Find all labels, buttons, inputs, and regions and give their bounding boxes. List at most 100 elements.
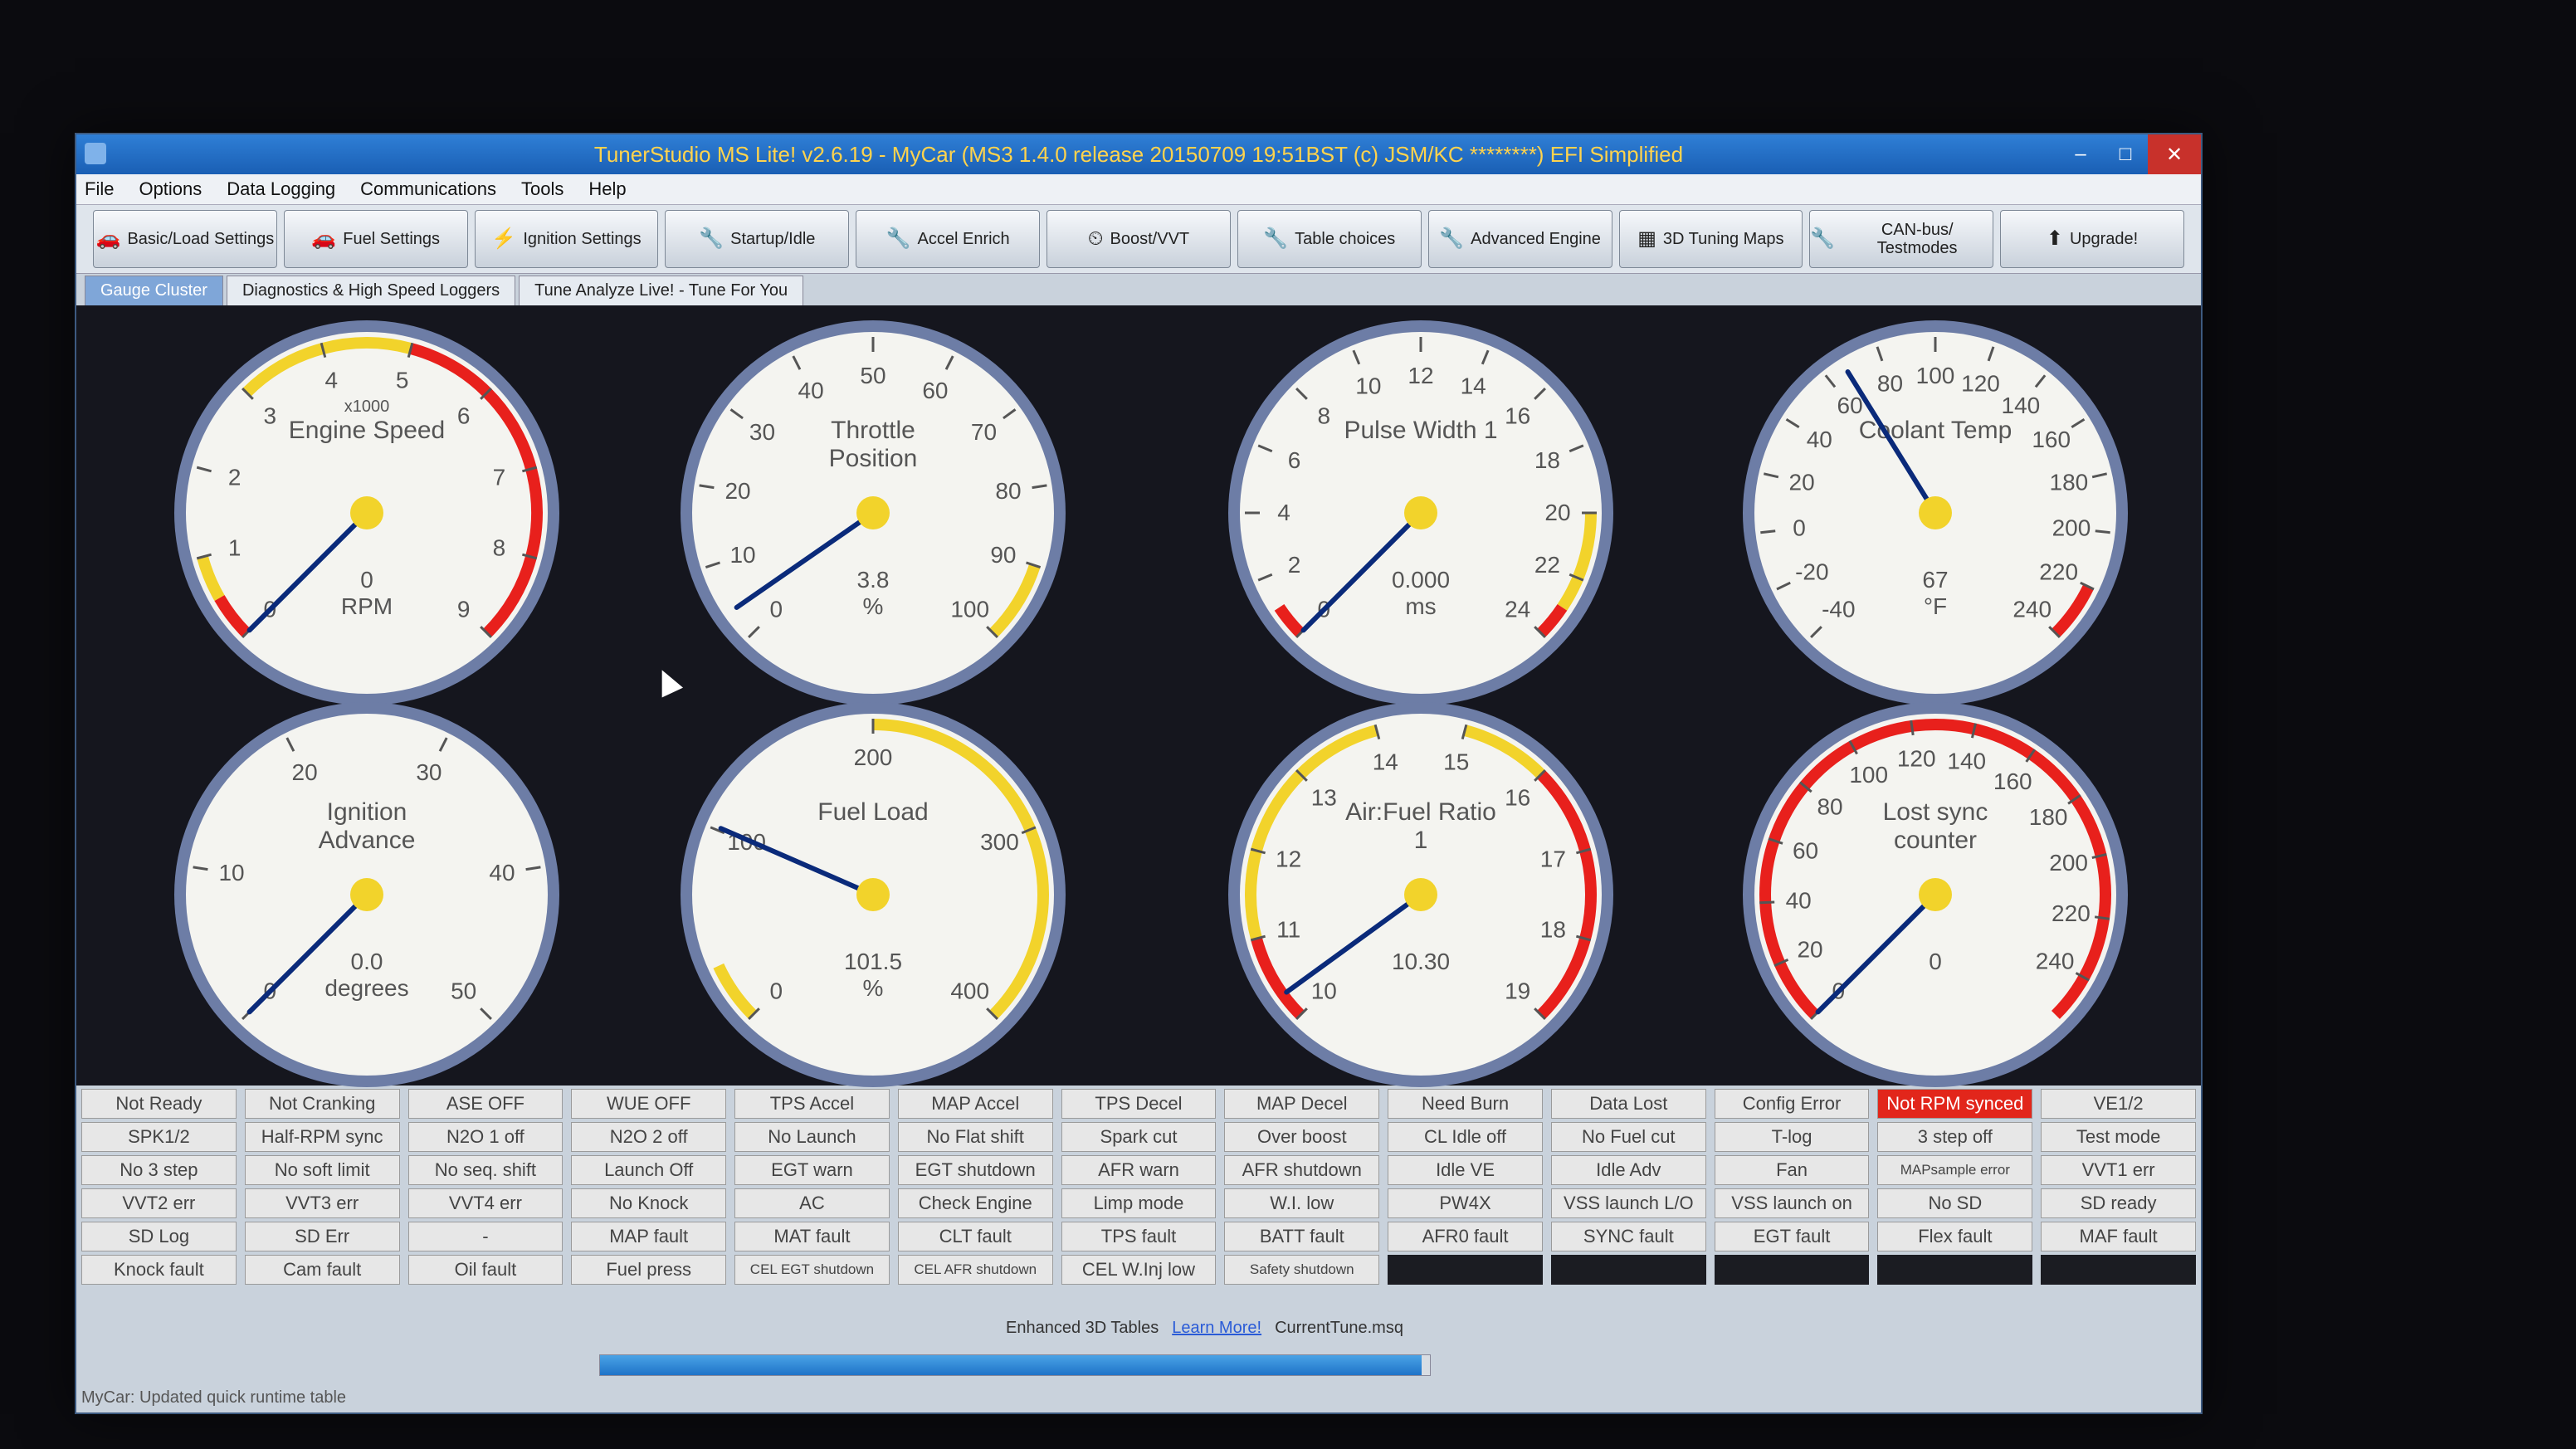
- tab-tune-analyze-live-tune-for-you[interactable]: Tune Analyze Live! - Tune For You: [519, 276, 804, 305]
- menu-data-logging[interactable]: Data Logging: [227, 178, 335, 200]
- gauge-tick-label: 80: [1877, 370, 1903, 396]
- gauge-tick-label: 200: [2049, 850, 2088, 876]
- indicator-vvt2-err: VVT2 err: [81, 1188, 237, 1218]
- gauge-tick-label: 30: [416, 759, 442, 785]
- gauge-title: Ignition Advance: [319, 798, 416, 854]
- indicator-vvt1-err: VVT1 err: [2041, 1155, 2196, 1185]
- toolbar-button-boost-vvt[interactable]: ⏲ Boost/VVT: [1046, 210, 1231, 268]
- maximize-button[interactable]: □: [2103, 134, 2148, 174]
- gauge-tick-label: 300: [980, 829, 1019, 855]
- menu-communications[interactable]: Communications: [360, 178, 496, 200]
- gauge-tick-label: 15: [1443, 749, 1469, 775]
- close-button[interactable]: ✕: [2148, 134, 2201, 174]
- gauge-unit: %: [863, 975, 884, 1001]
- indicator-column: Config Error T-log Fan VSS launch on EGT fau…: [1714, 1089, 1870, 1306]
- indicator-no-3-step: No 3 step: [81, 1155, 237, 1185]
- gauge-value: 10.30: [1392, 949, 1450, 974]
- gauge-air-fuel-ratio-1: 10 11 12 13 14 15 16 17 18 19 Air:Fuel Ratio 1 10.30: [1222, 695, 1620, 1094]
- indicator-ase-off: ASE OFF: [407, 1089, 564, 1119]
- indicator-vss-launch-l-o: VSS launch L/O: [1550, 1188, 1706, 1218]
- toolbar-button-basic-load-settings[interactable]: 🚗 Basic/Load Settings: [93, 210, 277, 268]
- toolbar-button-advanced-engine[interactable]: 🔧 Advanced Engine: [1427, 210, 1612, 268]
- menu-help[interactable]: Help: [588, 178, 626, 200]
- indicator-cel-w-inj-low: CEL W.Inj low: [1061, 1255, 1217, 1285]
- indicator-empty: [1388, 1255, 1543, 1285]
- indicator-not-ready: Not Ready: [81, 1089, 237, 1119]
- indicator-column: Need Burn CL Idle off Idle VE PW4X AFR0 faul…: [1388, 1089, 1543, 1306]
- minimize-button[interactable]: –: [2058, 134, 2103, 174]
- indicator-column: ASE OFF N2O 1 off No seq. shift VVT4 err - Oi…: [407, 1089, 564, 1306]
- chart-icon: ▦: [1637, 227, 1656, 250]
- gauge-hub: [350, 878, 383, 911]
- gauge-tick-label: 90: [990, 542, 1016, 568]
- gauge-tick-label: 7: [493, 464, 506, 490]
- toolbar-button-startup-idle[interactable]: 🔧 Startup/Idle: [665, 210, 850, 268]
- gauge-dial: 1011121314 1516171819Air:Fuel Ratio 110.30: [1228, 702, 1613, 1087]
- indicator-map-decel: MAP Decel: [1224, 1089, 1380, 1119]
- toolbar-button-upgrade[interactable]: ⬆ Upgrade!: [2000, 210, 2184, 268]
- indicator-panel: Not Ready SPK1/2 No 3 step VVT2 err SD Log Kn…: [81, 1089, 2196, 1306]
- tunerstudio-window: TunerStudio MS Lite! v2.6.19 - MyCar (MS…: [75, 133, 2203, 1414]
- gauge-tick-label: 12: [1408, 363, 1433, 388]
- indicator-map-fault: MAP fault: [571, 1222, 727, 1251]
- wrench-icon: 🔧: [1439, 227, 1465, 250]
- gauge-tick-label: 120: [1897, 746, 1936, 772]
- indicator-cel-egt-shutdown: CEL EGT shutdown: [734, 1255, 890, 1285]
- gauge-tick-label: 60: [1793, 838, 1818, 864]
- indicator-need-burn: Need Burn: [1388, 1089, 1543, 1119]
- toolbar-button-ignition-settings[interactable]: ⚡ Ignition Settings: [474, 210, 659, 268]
- indicator-idle-adv: Idle Adv: [1550, 1155, 1706, 1185]
- gauge-dial: -40-20020406080 100 120140160180200220240C…: [1743, 320, 2128, 705]
- gauge-tick-label: 4: [1277, 500, 1290, 525]
- gauge-tick: [1760, 529, 1776, 534]
- gauge-tick-label: 100: [1849, 762, 1888, 788]
- toolbar-button-can-bus-testmodes[interactable]: 🔧 CAN-bus/ Testmodes: [1809, 210, 1994, 268]
- tab-gauge-cluster[interactable]: Gauge Cluster: [85, 276, 223, 305]
- indicator-no-fuel-cut: No Fuel cut: [1550, 1122, 1706, 1152]
- gauge-tick-label: 14: [1461, 373, 1486, 399]
- menu-tools[interactable]: Tools: [521, 178, 564, 200]
- learn-more-link[interactable]: Learn More!: [1172, 1319, 1261, 1338]
- gauge-tick-label: 160: [2032, 427, 2071, 452]
- toolbar-button-3d-tuning-maps[interactable]: ▦ 3D Tuning Maps: [1618, 210, 1803, 268]
- wrench-icon: 🔧: [699, 227, 724, 250]
- indicator-pw4x: PW4X: [1388, 1188, 1543, 1218]
- toolbar-button-label: Advanced Engine: [1471, 230, 1601, 248]
- gauge-tick-label: 60: [922, 378, 948, 403]
- toolbar-button-label: Fuel Settings: [343, 230, 441, 248]
- indicator-fuel-press: Fuel press: [571, 1255, 727, 1285]
- indicator-afr0-fault: AFR0 fault: [1388, 1222, 1543, 1251]
- gauge-tick-label: 220: [2052, 900, 2091, 926]
- gauge-tick-label: 220: [2039, 559, 2078, 585]
- toolbar-button-label: Ignition Settings: [523, 230, 642, 248]
- gauge-title: Engine Speed: [289, 417, 446, 444]
- menu-options[interactable]: Options: [139, 178, 202, 200]
- indicator-vvt3-err: VVT3 err: [244, 1188, 400, 1218]
- gauge-tick-label: 16: [1505, 402, 1530, 428]
- indicator-: -: [407, 1222, 564, 1251]
- tab-diagnostics-high-speed-loggers[interactable]: Diagnostics & High Speed Loggers: [226, 276, 516, 305]
- toolbar-button-fuel-settings[interactable]: 🚗 Fuel Settings: [283, 210, 468, 268]
- footer-bar: Enhanced 3D Tables Learn More! CurrentTu…: [76, 1311, 2576, 1344]
- gauge-tick-label: 50: [860, 363, 886, 388]
- gauge-tick-label: -40: [1822, 597, 1855, 622]
- gauge-tick-label: 6: [457, 402, 471, 428]
- gauge-cluster: 0123456789x1000Engine Speed0RPM010203040…: [76, 305, 2201, 1087]
- indicator-test-mode: Test mode: [2041, 1122, 2196, 1152]
- indicator-column: Not Cranking Half-RPM sync No soft limit VV…: [244, 1089, 400, 1306]
- gauge-hub: [1919, 878, 1952, 911]
- indicator-limp-mode: Limp mode: [1061, 1188, 1217, 1218]
- gauge-tick-label: 20: [292, 759, 318, 785]
- indicator-column: TPS Accel No Launch EGT warn AC MAT fault CEL…: [734, 1089, 890, 1306]
- gauge-tick-label: 24: [1505, 597, 1530, 622]
- gauge-tick-label: 9: [457, 597, 471, 622]
- toolbar-button-table-choices[interactable]: 🔧 Table choices: [1237, 210, 1422, 268]
- indicator-safety-shutdown: Safety shutdown: [1224, 1255, 1380, 1285]
- menu-file[interactable]: File: [85, 178, 114, 200]
- indicator-half-rpm-sync: Half-RPM sync: [244, 1122, 400, 1152]
- toolbar-button-accel-enrich[interactable]: 🔧 Accel Enrich: [856, 210, 1041, 268]
- indicator-cl-idle-off: CL Idle off: [1388, 1122, 1543, 1152]
- indicator-column: MAP Accel No Flat shift EGT shutdown Check …: [897, 1089, 1053, 1306]
- gauge-value: 0.000: [1392, 567, 1450, 593]
- car-icon: 🚗: [311, 227, 337, 250]
